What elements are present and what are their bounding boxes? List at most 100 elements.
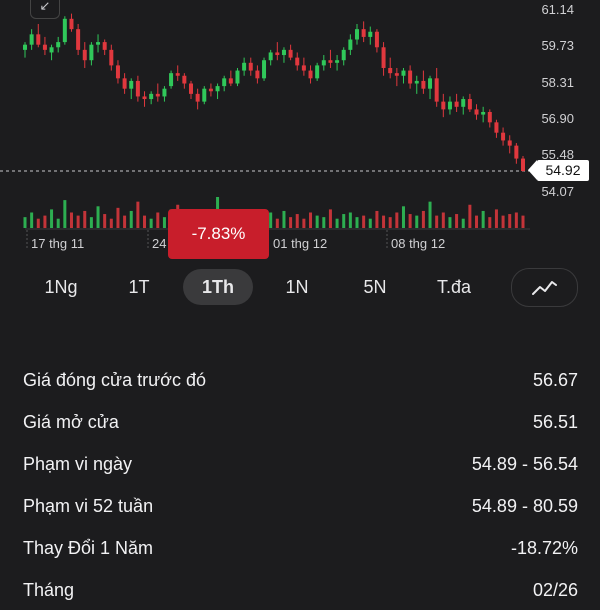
stat-row-1-year-change: Thay Đổi 1 Năm -18.72% xyxy=(23,538,578,568)
stat-label: Thay Đổi 1 Năm xyxy=(23,538,154,558)
candle-body xyxy=(228,78,233,84)
volume-bar xyxy=(428,201,432,228)
candle-body xyxy=(208,88,213,92)
chart-type-button[interactable] xyxy=(511,268,578,307)
candle-body xyxy=(248,62,253,71)
tab-1-year[interactable]: 1N xyxy=(262,269,332,305)
candle-body xyxy=(281,49,286,56)
candle-body xyxy=(507,140,512,146)
volume-bar xyxy=(76,215,80,228)
x-tick-label: 24 xyxy=(152,236,167,251)
candle-body xyxy=(361,29,366,37)
volume-bar xyxy=(302,218,306,228)
volume-bar xyxy=(455,214,459,228)
candle-body xyxy=(182,75,187,84)
change-tooltip: -7.83% xyxy=(168,209,269,259)
candle-body xyxy=(222,78,227,87)
volume-bar xyxy=(368,218,372,228)
line-chart-icon xyxy=(532,281,557,295)
stat-row-open: Giá mở cửa 56.51 xyxy=(23,412,578,442)
volume-bar xyxy=(162,217,166,228)
volume-bar xyxy=(488,217,492,228)
tab-1-week[interactable]: 1T xyxy=(104,269,174,305)
candle-body xyxy=(481,111,486,115)
candle-body xyxy=(487,111,492,123)
tab-1-month[interactable]: 1Th xyxy=(183,269,253,305)
volume-bar xyxy=(494,209,498,228)
tab-max[interactable]: T.đa xyxy=(419,269,489,305)
candle-body xyxy=(129,80,134,89)
volume-bar xyxy=(355,217,359,228)
volume-bar xyxy=(56,218,60,228)
y-tick-label: 58.31 xyxy=(541,75,574,90)
volume-bar xyxy=(96,206,100,228)
volume-bar xyxy=(401,206,405,228)
candle-body xyxy=(89,44,94,61)
price-chart[interactable]: 61.14 59.73 58.31 56.90 55.48 54.07 17 t… xyxy=(0,0,600,260)
x-tick-label: 01 thg 12 xyxy=(273,236,328,251)
candle-body xyxy=(76,29,81,50)
candle-body xyxy=(348,39,353,50)
candle-body xyxy=(29,34,34,45)
candle-body xyxy=(428,78,433,89)
candle-body xyxy=(461,99,466,107)
candle-body xyxy=(56,42,61,48)
stat-value: 54.89 - 56.54 xyxy=(471,454,578,474)
candle-body xyxy=(235,70,240,84)
candle-body xyxy=(501,132,506,141)
volume-bar xyxy=(36,218,40,228)
volume-bar xyxy=(475,215,479,228)
candle-body xyxy=(96,42,101,45)
candle-body xyxy=(69,18,74,30)
volume-bar xyxy=(83,210,87,228)
candle-body xyxy=(36,34,41,45)
stat-label: Giá mở cửa xyxy=(23,412,119,432)
volume-bar xyxy=(421,210,425,228)
candle-body xyxy=(142,96,147,100)
candle-body xyxy=(381,47,386,68)
candle-body xyxy=(341,49,346,61)
candle-body xyxy=(189,83,193,94)
candle-body xyxy=(335,60,340,63)
candle-body xyxy=(388,67,393,74)
tab-5-year[interactable]: 5N xyxy=(340,269,410,305)
volume-bar xyxy=(395,212,399,228)
back-arrow-icon[interactable]: ↙ xyxy=(30,0,60,19)
candle-body xyxy=(268,52,273,61)
candle-body xyxy=(447,101,452,110)
volume-bar xyxy=(328,209,332,228)
volume-bar xyxy=(50,209,54,228)
volume-bar xyxy=(289,217,293,228)
candle-body xyxy=(308,70,313,79)
volume-bar xyxy=(342,214,346,228)
candle-body xyxy=(514,145,519,159)
volume-bar xyxy=(521,215,525,228)
volume-bar xyxy=(322,217,326,228)
volume-bar xyxy=(348,212,352,228)
x-tick-label: 08 thg 12 xyxy=(391,236,446,251)
candle-body xyxy=(368,31,373,37)
candle-body xyxy=(115,65,120,79)
candle-body xyxy=(195,93,200,102)
candle-body xyxy=(467,99,472,110)
candle-body xyxy=(135,80,140,97)
candle-body xyxy=(394,73,399,76)
candle-body xyxy=(175,73,180,76)
volume-bar xyxy=(508,214,512,228)
volume-bar xyxy=(448,217,452,228)
volume-bar xyxy=(43,215,47,228)
stat-value: 56.67 xyxy=(532,370,578,390)
candle-body xyxy=(401,70,406,76)
candle-body xyxy=(242,62,247,71)
volume-bar xyxy=(375,210,379,228)
candle-body xyxy=(149,93,154,100)
candle-body xyxy=(62,18,67,43)
tab-1-day[interactable]: 1Ng xyxy=(26,269,96,305)
candle-body xyxy=(474,109,479,115)
candle-body xyxy=(162,88,167,97)
candle-body xyxy=(262,60,267,79)
candle-body xyxy=(275,52,280,56)
volume-bar xyxy=(382,215,386,228)
volume-bar xyxy=(275,218,279,228)
candle-body xyxy=(301,65,306,71)
